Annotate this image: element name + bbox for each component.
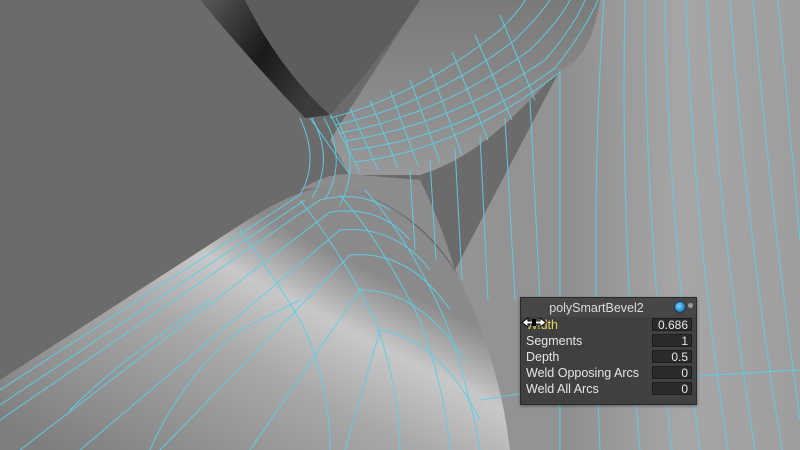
attr-label-depth[interactable]: Depth (526, 350, 559, 364)
attr-label-weld-all-arcs[interactable]: Weld All Arcs (526, 382, 599, 396)
bevel-attributes-panel[interactable]: polySmartBevel2 Width 0.686 Segments 1 D… (520, 297, 697, 405)
attr-row-weld-all-arcs[interactable]: Weld All Arcs 0 (521, 381, 696, 397)
attr-row-depth[interactable]: Depth 0.5 (521, 349, 696, 365)
panel-header[interactable]: polySmartBevel2 (521, 298, 696, 317)
3d-viewport[interactable]: polySmartBevel2 Width 0.686 Segments 1 D… (0, 0, 800, 450)
attr-row-weld-opposing-arcs[interactable]: Weld Opposing Arcs 0 (521, 365, 696, 381)
attr-label-segments[interactable]: Segments (526, 334, 582, 348)
attr-field-width[interactable]: 0.686 (652, 318, 692, 331)
attr-field-weld-all-arcs[interactable]: 0 (652, 382, 692, 395)
attr-row-segments[interactable]: Segments 1 (521, 333, 696, 349)
attr-field-weld-opposing-arcs[interactable]: 0 (652, 366, 692, 379)
panel-menu-icon[interactable] (674, 301, 686, 313)
panel-close-icon[interactable] (688, 303, 693, 308)
attr-label-weld-opposing-arcs[interactable]: Weld Opposing Arcs (526, 366, 639, 380)
attr-field-depth[interactable]: 0.5 (652, 350, 692, 363)
panel-title: polySmartBevel2 (549, 301, 644, 315)
attr-field-segments[interactable]: 1 (652, 334, 692, 347)
attr-row-width[interactable]: Width 0.686 (521, 317, 696, 333)
drag-cursor-icon (521, 317, 547, 328)
